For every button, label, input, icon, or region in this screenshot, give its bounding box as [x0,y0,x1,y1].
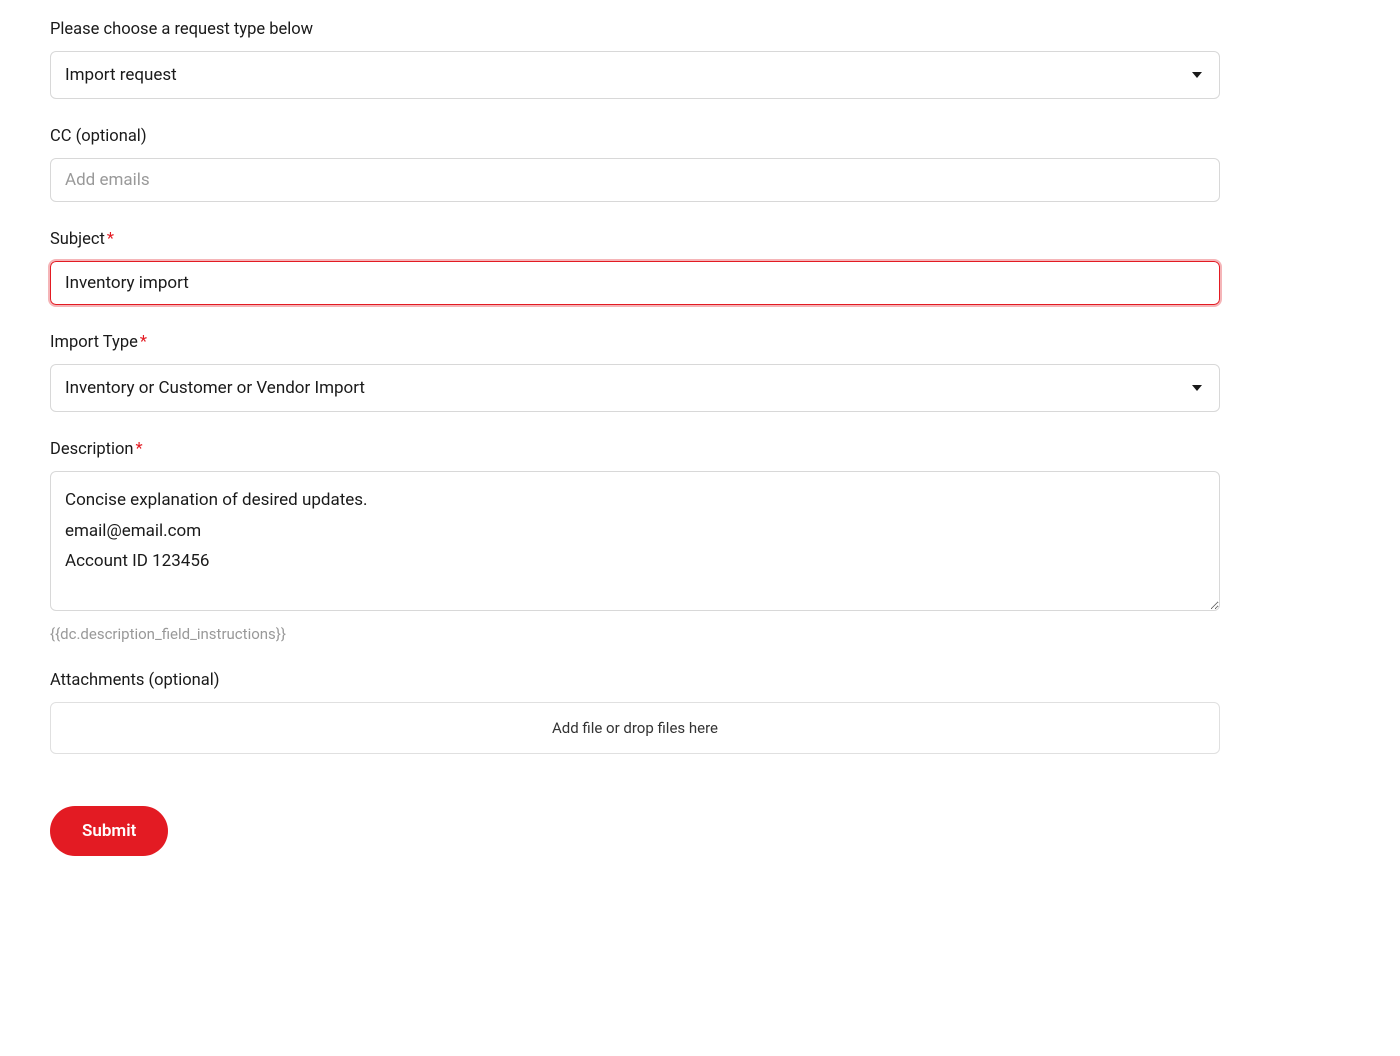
request-type-label: Please choose a request type below [50,20,1220,39]
subject-input[interactable] [50,261,1220,305]
cc-input[interactable] [50,158,1220,202]
required-indicator: * [140,333,147,352]
cc-label-text: CC [50,127,71,146]
request-type-select[interactable]: Import request [50,51,1220,99]
attachments-group: Attachments (optional) Add file or drop … [50,671,1220,754]
description-label: Description* [50,440,1220,459]
attachments-dropzone[interactable]: Add file or drop files here [50,702,1220,754]
request-type-group: Please choose a request type below Impor… [50,20,1220,99]
cc-label: CC (optional) [50,127,1220,146]
required-indicator: * [136,440,143,459]
attachments-label-text: Attachments [50,671,144,690]
submit-button[interactable]: Submit [50,806,168,856]
import-type-select[interactable]: Inventory or Customer or Vendor Import [50,364,1220,412]
subject-label: Subject* [50,230,1220,249]
required-indicator: * [107,230,114,249]
attachments-label: Attachments (optional) [50,671,1220,690]
cc-group: CC (optional) [50,127,1220,202]
request-type-select-wrapper: Import request [50,51,1220,99]
description-group: Description* {{dc.description_field_inst… [50,440,1220,643]
description-helper: {{dc.description_field_instructions}} [50,625,1220,643]
subject-label-text: Subject [50,230,105,249]
cc-optional-text: (optional) [76,127,147,146]
import-type-select-wrapper: Inventory or Customer or Vendor Import [50,364,1220,412]
request-form: Please choose a request type below Impor… [50,20,1220,856]
subject-group: Subject* [50,230,1220,305]
attachments-optional-text: (optional) [148,671,219,690]
import-type-group: Import Type* Inventory or Customer or Ve… [50,333,1220,412]
description-label-text: Description [50,440,134,459]
import-type-label-text: Import Type [50,333,138,352]
description-textarea[interactable] [50,471,1220,611]
import-type-label: Import Type* [50,333,1220,352]
